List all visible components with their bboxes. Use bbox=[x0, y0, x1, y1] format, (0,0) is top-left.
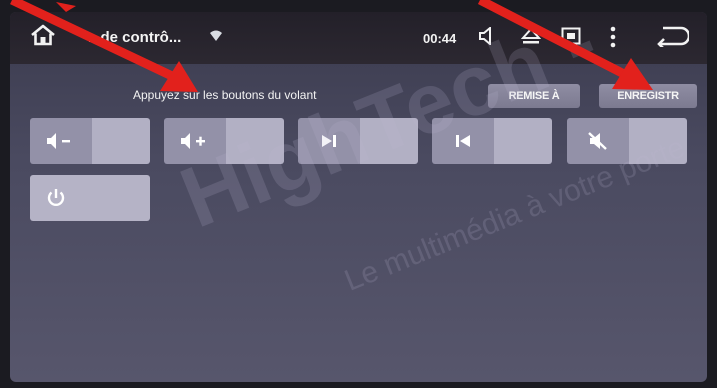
annotation-arrow-right bbox=[477, 0, 653, 90]
annotation-arrows bbox=[10, 0, 653, 92]
annotation-arrow-tip-fragment bbox=[56, 2, 76, 12]
annotation-arrow-left bbox=[10, 0, 198, 92]
